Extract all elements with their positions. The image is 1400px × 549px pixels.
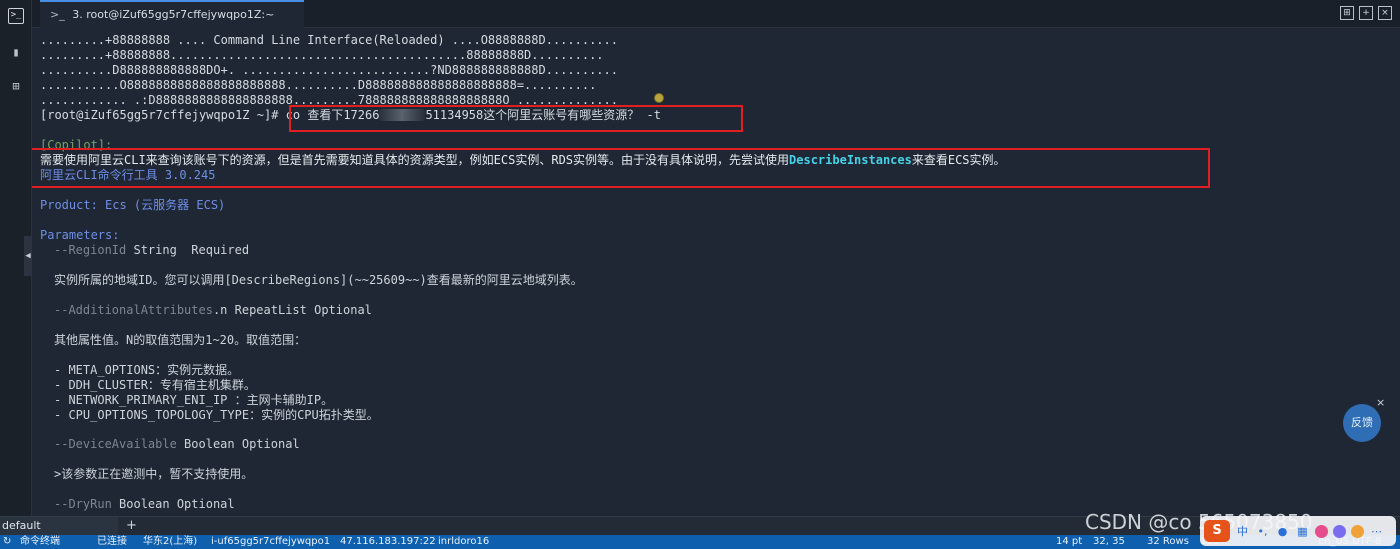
new-tab-button[interactable]: + bbox=[1359, 6, 1373, 20]
product-line: Product: Ecs (云服务器 ECS) bbox=[40, 198, 226, 212]
terminal-tab[interactable]: >_ 3. root@iZuf65gg5r7cffejywqpo1Z:~ bbox=[40, 0, 304, 28]
reconnect-icon[interactable]: ↻ bbox=[3, 535, 11, 549]
option-item: - NETWORK_PRIMARY_ENI_IP ：主网卡辅助IP。 bbox=[54, 393, 334, 407]
split-view-button[interactable]: ⊞ bbox=[1340, 6, 1354, 20]
param-name: --DryRun bbox=[54, 497, 112, 511]
close-panel-button[interactable]: × bbox=[1378, 6, 1392, 20]
status-rows: 32 Rows bbox=[1147, 536, 1189, 547]
status-region: 华东2(上海) bbox=[143, 536, 198, 547]
banner-line: .........+88888888......................… bbox=[40, 48, 604, 62]
option-item: - META_OPTIONS：实例元数据。 bbox=[54, 363, 240, 377]
status-font-size[interactable]: 14 pt bbox=[1056, 535, 1082, 549]
param-region: --RegionId String Required bbox=[54, 243, 249, 258]
param-type: String Required bbox=[126, 243, 250, 257]
toolbox-icon[interactable] bbox=[1333, 524, 1346, 538]
param-desc: 其他属性值。N的取值范围为1~20。取值范围： bbox=[54, 333, 307, 347]
param-name: --AdditionalAttributes bbox=[54, 303, 213, 317]
param-type: .n RepeatList Optional bbox=[212, 303, 372, 317]
window-tools: ⊞ + × bbox=[1340, 6, 1392, 20]
grid-icon[interactable]: ⊞ bbox=[8, 78, 24, 94]
param-type: Boolean Optional bbox=[176, 437, 300, 451]
shell-prompt: [root@iZuf65gg5r7cffejywqpo1Z ~]# bbox=[40, 108, 286, 122]
param-type: Boolean Optional bbox=[111, 497, 235, 511]
parameters-heading: Parameters: bbox=[40, 228, 120, 242]
status-connection: 已连接 bbox=[97, 536, 127, 547]
highlight-box-explanation bbox=[32, 148, 1210, 188]
status-mode: 命令终端 bbox=[20, 536, 60, 547]
status-ip: 47.116.183.197:22 bbox=[340, 536, 436, 547]
file-icon[interactable]: ▮ bbox=[8, 44, 24, 60]
param-desc: >该参数正在邀测中，暂不支持使用。 bbox=[54, 467, 254, 481]
param-device-available: --DeviceAvailable Boolean Optional bbox=[54, 437, 300, 452]
ime-language-toggle[interactable]: 中 bbox=[1235, 524, 1250, 539]
option-item: - CPU_OPTIONS_TOPOLOGY_TYPE：实例的CPU拓扑类型。 bbox=[54, 408, 379, 422]
option-item: - DDH_CLUSTER：专有宿主机集群。 bbox=[54, 378, 256, 392]
highlight-box-command bbox=[289, 105, 743, 132]
keyboard-icon[interactable]: ▦ bbox=[1295, 524, 1310, 539]
param-name: --RegionId bbox=[54, 243, 127, 257]
tab-bar: >_ 3. root@iZuf65gg5r7cffejywqpo1Z:~ ⊞ +… bbox=[32, 0, 1400, 28]
param-name: --DeviceAvailable bbox=[54, 437, 177, 451]
param-dry-run: --DryRun Boolean Optional bbox=[54, 497, 235, 512]
activity-bar: >_ ▮ ⊞ ◀ bbox=[0, 0, 32, 516]
feedback-close-icon[interactable]: × bbox=[1376, 396, 1385, 409]
feedback-button[interactable]: 反馈 bbox=[1343, 404, 1381, 442]
collapse-handle[interactable]: ◀ bbox=[24, 236, 32, 276]
ime-toolbar: S 中 •, ● ▦ ⋯ bbox=[1200, 516, 1396, 546]
terminal-output[interactable]: .........+88888888 .... Command Line Int… bbox=[32, 28, 1400, 516]
warning-dot-icon bbox=[654, 93, 664, 103]
banner-line: ..........D888888888888DO+. ............… bbox=[40, 63, 618, 77]
banner-line: ...........O8888888888888888888888......… bbox=[40, 78, 597, 92]
more-icon[interactable]: ⋯ bbox=[1369, 524, 1384, 539]
banner-line: .........+88888888 .... Command Line Int… bbox=[40, 33, 618, 47]
tab-title: 3. root@iZuf65gg5r7cffejywqpo1Z:~ bbox=[72, 8, 275, 21]
param-desc: 实例所属的地域ID。您可以调用[DescribeRegions](~~25609… bbox=[54, 273, 583, 287]
sogou-logo-icon[interactable]: S bbox=[1204, 520, 1230, 542]
status-cursor: 32, 35 bbox=[1093, 536, 1125, 547]
ime-punctuation-toggle[interactable]: •, bbox=[1255, 524, 1270, 539]
status-bar: ↻ 命令终端 已连接 华东2(上海) i-uf65gg5r7cffejywqpo… bbox=[0, 535, 1400, 549]
add-session-button[interactable]: + bbox=[126, 517, 137, 535]
status-user: inrldoro16 bbox=[438, 536, 490, 547]
emoji-icon[interactable] bbox=[1351, 524, 1364, 538]
terminal-prompt-icon: >_ bbox=[50, 8, 65, 21]
status-instance: i-uf65gg5r7cffejywqpo1 bbox=[211, 536, 331, 547]
session-tab-default[interactable]: default bbox=[0, 517, 118, 535]
microphone-icon[interactable]: ● bbox=[1275, 524, 1290, 539]
terminal-icon[interactable]: >_ bbox=[8, 8, 24, 24]
param-additional-attributes: --AdditionalAttributes.n RepeatList Opti… bbox=[54, 303, 372, 318]
skin-icon[interactable] bbox=[1315, 524, 1328, 538]
